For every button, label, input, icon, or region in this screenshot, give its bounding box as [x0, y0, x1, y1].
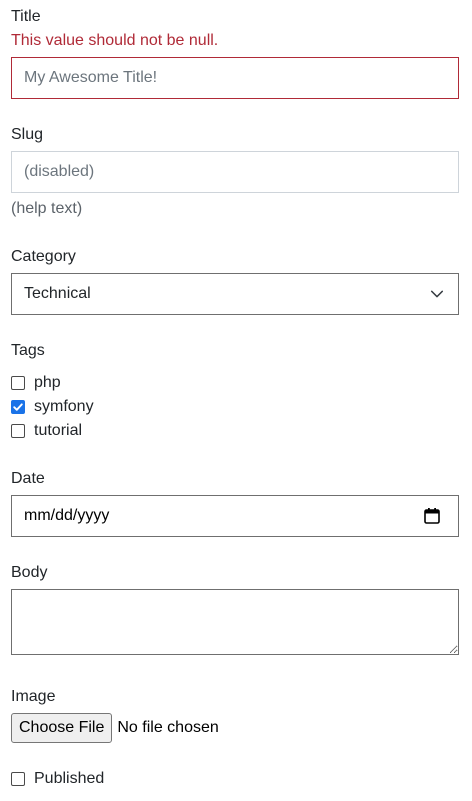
tag-tutorial-label: tutorial [34, 422, 83, 439]
checkmark-icon [13, 403, 23, 411]
published-label: Published [34, 770, 105, 787]
tag-symfony-checkbox[interactable] [11, 400, 25, 414]
title-input[interactable] [11, 57, 459, 99]
slug-label: Slug [11, 126, 44, 143]
tags-label: Tags [11, 342, 45, 359]
choose-file-button[interactable]: Choose File [11, 713, 113, 743]
tag-option-tutorial[interactable]: tutorial [11, 421, 82, 441]
tag-php-label: php [34, 374, 61, 391]
calendar-icon[interactable] [423, 507, 441, 525]
category-selected-value: Technical [24, 285, 91, 302]
category-label: Category [11, 248, 76, 265]
tag-php-checkbox[interactable] [11, 376, 25, 390]
slug-help-text: (help text) [11, 200, 83, 217]
tag-tutorial-checkbox[interactable] [11, 424, 25, 438]
date-placeholder: mm/dd/yyyy [24, 507, 110, 524]
body-label: Body [11, 564, 48, 581]
date-input[interactable]: mm/dd/yyyy [11, 495, 459, 537]
tag-option-php[interactable]: php [11, 373, 61, 393]
title-error-message: This value should not be null. [11, 32, 219, 49]
date-label: Date [11, 470, 45, 487]
published-option[interactable]: Published [11, 769, 104, 789]
file-status-text: No file chosen [117, 719, 219, 736]
chevron-down-icon [430, 290, 444, 298]
category-select[interactable]: Technical [11, 273, 459, 315]
published-checkbox[interactable] [11, 772, 25, 786]
tag-option-symfony[interactable]: symfony [11, 397, 94, 417]
title-label: Title [11, 8, 41, 25]
slug-input [11, 151, 459, 193]
tag-symfony-label: symfony [34, 398, 94, 415]
body-textarea[interactable] [11, 589, 459, 655]
image-file-input[interactable]: Choose File No file chosen [11, 713, 219, 743]
image-label: Image [11, 688, 56, 705]
